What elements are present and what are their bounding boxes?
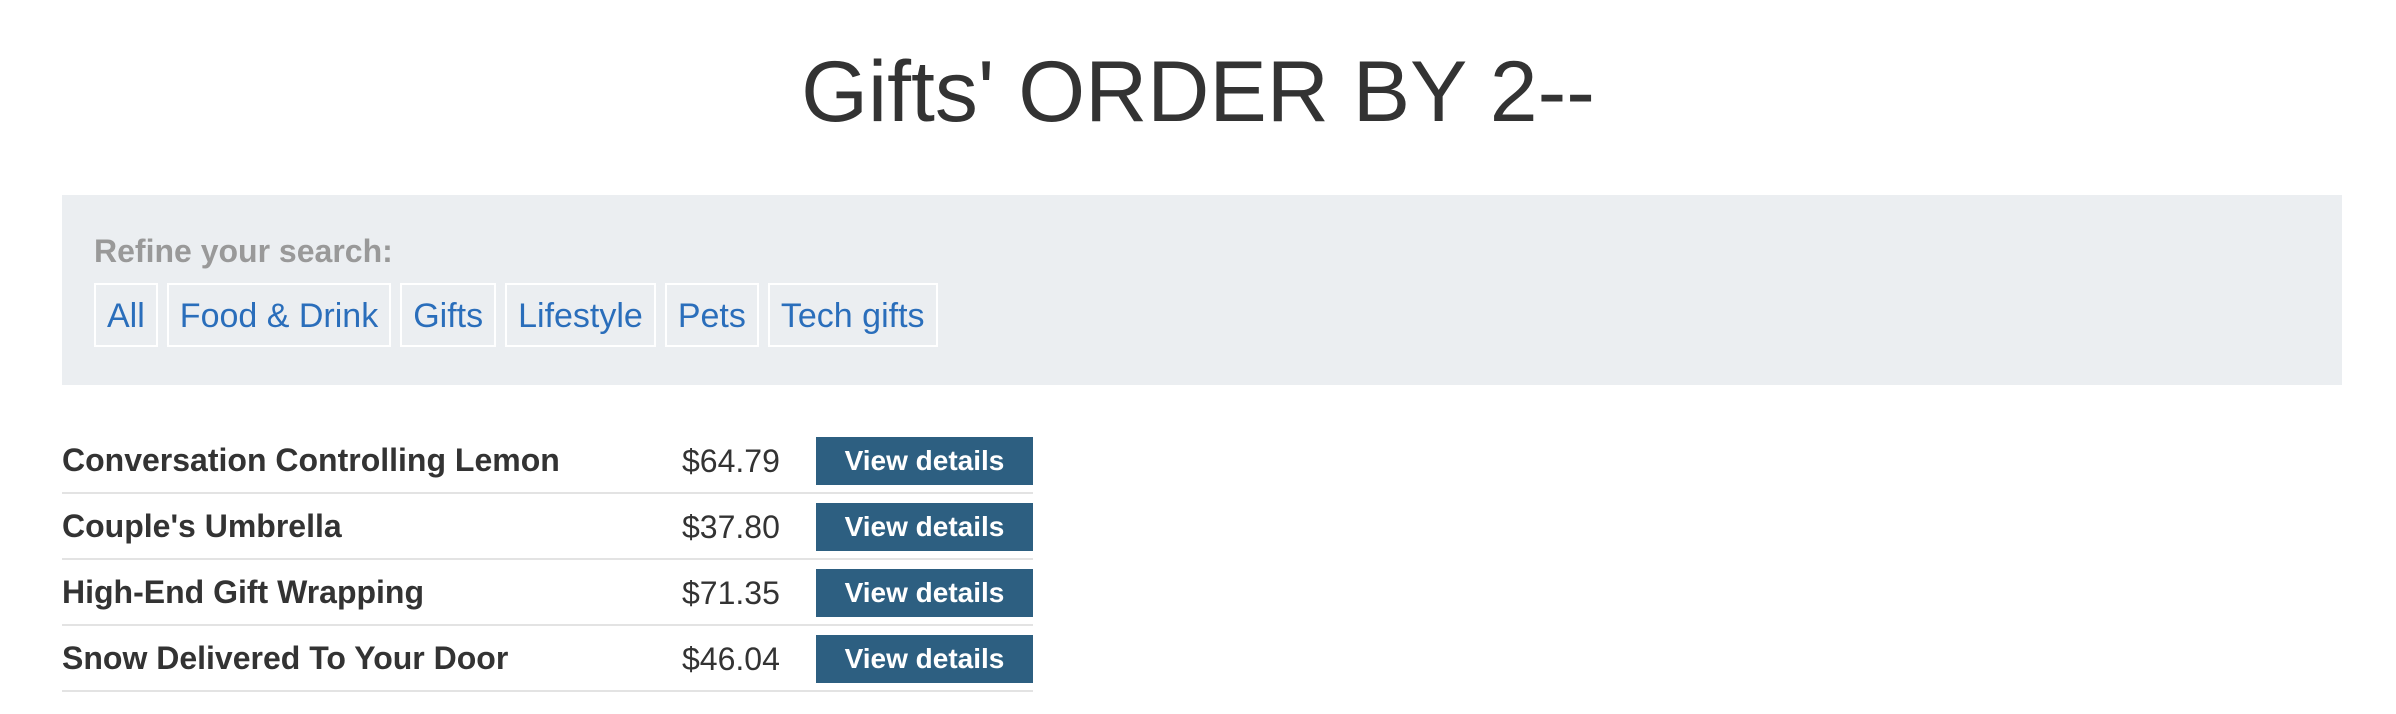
filter-pets-link[interactable]: Pets bbox=[664, 283, 759, 347]
filter-gifts-link[interactable]: Gifts bbox=[400, 283, 497, 347]
product-name: Couple's Umbrella bbox=[62, 508, 342, 544]
product-name: High-End Gift Wrapping bbox=[62, 574, 425, 610]
product-row: Couple's Umbrella $37.80 View details bbox=[62, 494, 1033, 560]
product-price: $37.80 bbox=[682, 509, 780, 545]
product-list: Conversation Controlling Lemon $64.79 Vi… bbox=[62, 428, 1033, 692]
page-title: Gifts' ORDER BY 2-- bbox=[801, 44, 1595, 140]
filter-all-link[interactable]: All bbox=[94, 283, 158, 347]
product-row: High-End Gift Wrapping $71.35 View detai… bbox=[62, 560, 1033, 626]
filter-food-drink-link[interactable]: Food & Drink bbox=[166, 283, 392, 347]
view-details-button[interactable]: View details bbox=[816, 635, 1033, 683]
view-details-button[interactable]: View details bbox=[816, 503, 1033, 551]
product-price: $46.04 bbox=[682, 641, 780, 677]
product-row: Conversation Controlling Lemon $64.79 Vi… bbox=[62, 428, 1033, 494]
product-price: $64.79 bbox=[682, 443, 780, 479]
filter-buttons: All Food & Drink Gifts Lifestyle Pets Te… bbox=[94, 283, 938, 347]
product-name: Snow Delivered To Your Door bbox=[62, 640, 509, 676]
filter-panel: Refine your search: All Food & Drink Gif… bbox=[62, 195, 2342, 385]
product-row: Snow Delivered To Your Door $46.04 View … bbox=[62, 626, 1033, 692]
view-details-button[interactable]: View details bbox=[816, 437, 1033, 485]
view-details-button[interactable]: View details bbox=[816, 569, 1033, 617]
product-name: Conversation Controlling Lemon bbox=[62, 442, 560, 478]
filter-lifestyle-link[interactable]: Lifestyle bbox=[505, 283, 656, 347]
product-price: $71.35 bbox=[682, 575, 780, 611]
filter-heading: Refine your search: bbox=[94, 233, 393, 269]
filter-tech-gifts-link[interactable]: Tech gifts bbox=[767, 283, 938, 347]
